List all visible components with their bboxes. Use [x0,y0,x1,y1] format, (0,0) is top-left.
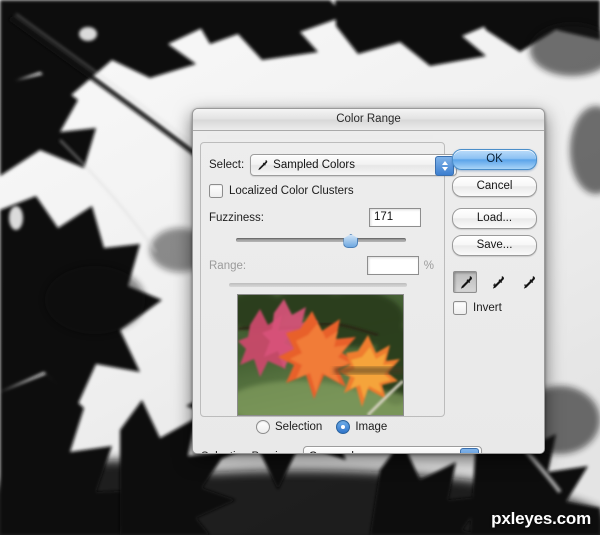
eyedropper-icon[interactable] [453,271,477,293]
select-row: Select: Sampled Colors [209,154,458,176]
group-box-label-gap [207,135,433,139]
watermark: pxleyes.com [491,509,591,528]
range-label: Range: [209,259,247,272]
radio-image-dot [336,420,351,434]
slider-track [236,238,406,242]
section-divider [229,283,407,287]
fuzziness-slider[interactable] [236,234,406,248]
ok-button[interactable]: OK [452,149,537,170]
dialog-body: Select: Sampled Colors Localized Color C… [193,131,544,453]
preview-mode-radios: Selection Image [256,420,387,434]
load-button[interactable]: Load... [452,208,537,229]
invert-checkbox[interactable]: Invert [453,301,502,315]
selection-preview-row: Selection Preview: Grayscale [201,446,482,453]
selection-preview-value: Grayscale [309,451,361,453]
radio-selection-label: Selection [275,421,323,433]
button-column: OK Cancel Load... Save... [452,149,537,262]
range-row: Range: % [209,256,434,275]
fuzziness-label: Fuzziness: [209,211,264,224]
selection-preview-dropdown[interactable]: Grayscale [302,446,482,453]
radio-selection-dot [256,420,270,434]
eyedropper-icon [258,159,268,170]
radio-selection[interactable]: Selection [256,420,322,434]
radio-image-label: Image [355,421,388,433]
selection-preview-stepper-arrows[interactable] [459,448,479,453]
eyedropper-plus-icon[interactable] [486,272,508,292]
dialog-title: Color Range [336,113,401,125]
fuzziness-input[interactable]: 171 [369,208,421,227]
localized-color-clusters-checkbox[interactable]: Localized Color Clusters [209,184,354,198]
fuzziness-row: Fuzziness: 171 [209,208,421,227]
eyedropper-minus-icon[interactable] [517,272,539,292]
range-input[interactable] [366,256,419,275]
selection-preview-label: Selection Preview: [201,451,296,453]
radio-image[interactable]: Image [336,420,387,434]
slider-thumb[interactable] [343,234,359,248]
dialog-titlebar[interactable]: Color Range [193,109,544,131]
range-unit-label: % [423,259,434,272]
checkbox-box [453,301,467,315]
invert-label: Invert [473,302,502,314]
save-button[interactable]: Save... [452,235,537,256]
select-dropdown[interactable]: Sampled Colors [250,154,458,176]
cancel-button[interactable]: Cancel [452,176,537,197]
select-label: Select: [209,159,245,171]
checkbox-box [209,184,223,198]
localized-color-clusters-label: Localized Color Clusters [229,185,354,197]
preview-thumbnail[interactable] [237,294,404,416]
eyedropper-tool-group [453,271,539,293]
color-range-dialog: Color Range Select: Sampled Colors Local… [192,108,545,454]
select-value: Sampled Colors [273,159,355,171]
